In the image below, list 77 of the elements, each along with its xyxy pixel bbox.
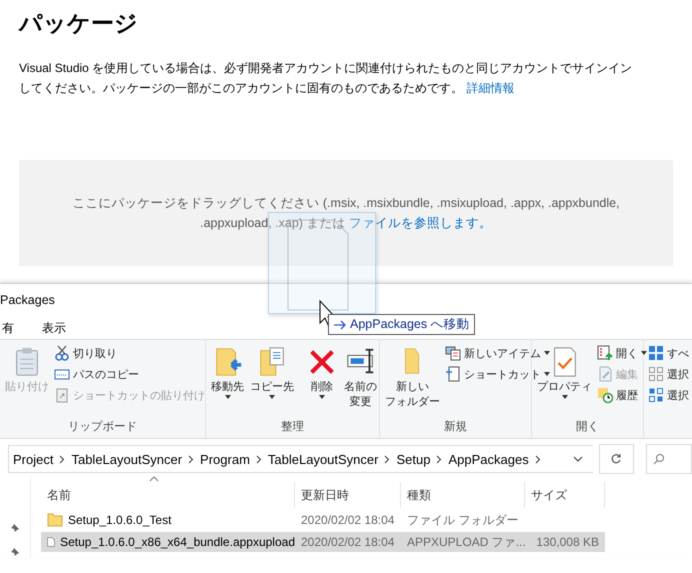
history-icon [597, 387, 613, 403]
chevron-right-icon [59, 454, 66, 464]
ribbon-button[interactable]: コピー先 [248, 344, 296, 418]
new-item-icon [445, 345, 461, 361]
column-header[interactable]: 更新日時 [295, 482, 401, 508]
select-none-icon [648, 366, 664, 382]
browse-files-link[interactable]: ファイルを参照します。 [348, 216, 492, 230]
ribbon-tab[interactable]: 表示 [40, 317, 68, 339]
refresh-button[interactable] [598, 444, 634, 474]
group-label: リップボード [67, 419, 138, 435]
breadcrumb-item[interactable]: Setup [396, 452, 430, 466]
dropdown-caret-icon [544, 372, 550, 376]
window-title: Packages [0, 292, 55, 309]
file-row[interactable]: Setup_1.0.6.0_x86_x64_bundle.appxupload 2020/02/02 18:04 APPXUPLOAD ファ... 130,008 KB [41, 532, 605, 552]
description-text: Visual Studio を使用している場合は、必ず開発者アカウントに関連付けられたものと同じアカウントでサインインしてください。パッケージの一部がこのアカウントに固有のものであるためです。 詳細情報 [19, 60, 634, 97]
ribbon-button[interactable]: 削除 [304, 344, 340, 418]
drop-zone-text: ここにパッケージをドラッグしてください (.msix, .msixbundle, .msixupload, .appx, .appxbundle, .appxupload, .xap) または ファイルを参照します。 [71, 195, 621, 232]
ribbon-button[interactable]: 切り取り [53, 344, 206, 362]
dropdown-caret-icon [269, 395, 275, 399]
dropdown-caret-icon [224, 395, 230, 399]
column-header[interactable]: 名前 [41, 482, 295, 508]
ribbon-button[interactable]: 新しい フォルダー [383, 344, 442, 418]
edit-icon [597, 366, 613, 382]
scissors-icon [54, 345, 70, 361]
learn-more-link[interactable]: 詳細情報 [466, 81, 514, 95]
file-type: APPXUPLOAD ファ... [406, 534, 525, 550]
tooltip-text: AppPackages へ移動 [350, 316, 470, 333]
breadcrumb-item[interactable]: Project [13, 452, 54, 466]
file-name: Setup_1.0.6.0_Test [68, 513, 172, 527]
pin-icon[interactable] [9, 522, 21, 534]
pin-icon[interactable] [9, 546, 21, 558]
breadcrumb-item[interactable]: Program [200, 452, 250, 466]
breadcrumb-item[interactable]: TableLayoutSyncer [71, 452, 182, 466]
arrow-right-icon [333, 320, 347, 330]
file-row[interactable]: Setup_1.0.6.0_Test 2020/02/02 18:04 ファイル フォルダー [41, 510, 605, 530]
select-all-icon [648, 345, 664, 361]
ribbon-button[interactable]: 選択 [647, 386, 690, 404]
shortcut-icon [445, 366, 461, 382]
modified-date: 2020/02/02 18:04 [300, 535, 396, 549]
dropdown-caret-icon [562, 395, 568, 399]
group-label: 開く [575, 420, 600, 435]
chevron-right-icon [188, 454, 194, 464]
chevron-right-icon [256, 454, 262, 464]
folder-icon [47, 513, 63, 527]
group-label: 新規 [443, 419, 468, 435]
file-type: ファイル フォルダー [406, 512, 520, 528]
ribbon-button[interactable]: 選択 [647, 365, 690, 383]
file-size: 130,008 KB [535, 535, 600, 549]
address-bar[interactable]: Project TableLayoutSyncer Program TableLayoutSyncer Setup AppPackages [8, 445, 593, 473]
ribbon-button[interactable]: 新しいアイテム [444, 344, 551, 362]
file-name: Setup_1.0.6.0_x86_x64_bundle.appxupload [60, 535, 295, 549]
search-field[interactable] [646, 444, 692, 474]
open-icon [597, 345, 613, 361]
invert-selection-icon [648, 387, 664, 403]
ribbon-tab[interactable]: 有 [0, 317, 16, 339]
group-label: 整理 [280, 420, 305, 435]
modified-date: 2020/02/02 18:04 [300, 513, 396, 527]
ribbon-button[interactable]: 移動先 [209, 344, 246, 418]
ribbon-button[interactable]: 名前の 変更 [342, 344, 379, 418]
chevron-right-icon [384, 454, 390, 464]
shortcut-paste-icon [54, 387, 70, 403]
page-title: パッケージ [19, 9, 139, 38]
chevron-right-icon [534, 454, 541, 464]
search-icon [652, 453, 665, 465]
chevron-down-icon[interactable] [572, 456, 583, 462]
breadcrumb-item[interactable]: AppPackages [448, 452, 529, 466]
refresh-icon [610, 453, 622, 465]
ribbon-button[interactable]: パスのコピー [53, 365, 206, 383]
breadcrumb-item[interactable]: TableLayoutSyncer [268, 452, 378, 466]
column-header[interactable]: 種類 [401, 482, 525, 508]
column-header[interactable]: サイズ [525, 482, 605, 508]
chevron-right-icon [436, 454, 442, 464]
drop-zone[interactable]: ここにパッケージをドラッグしてください (.msix, .msixbundle, .msixupload, .appx, .appxbundle, .appxupload, .xap) または ファイルを参照します。 [19, 160, 673, 266]
ribbon-button[interactable]: すべ [647, 344, 690, 362]
ribbon-button[interactable]: 履歴 [596, 386, 648, 404]
dropdown-caret-icon [319, 395, 325, 399]
dropdown-caret-icon [544, 351, 550, 355]
